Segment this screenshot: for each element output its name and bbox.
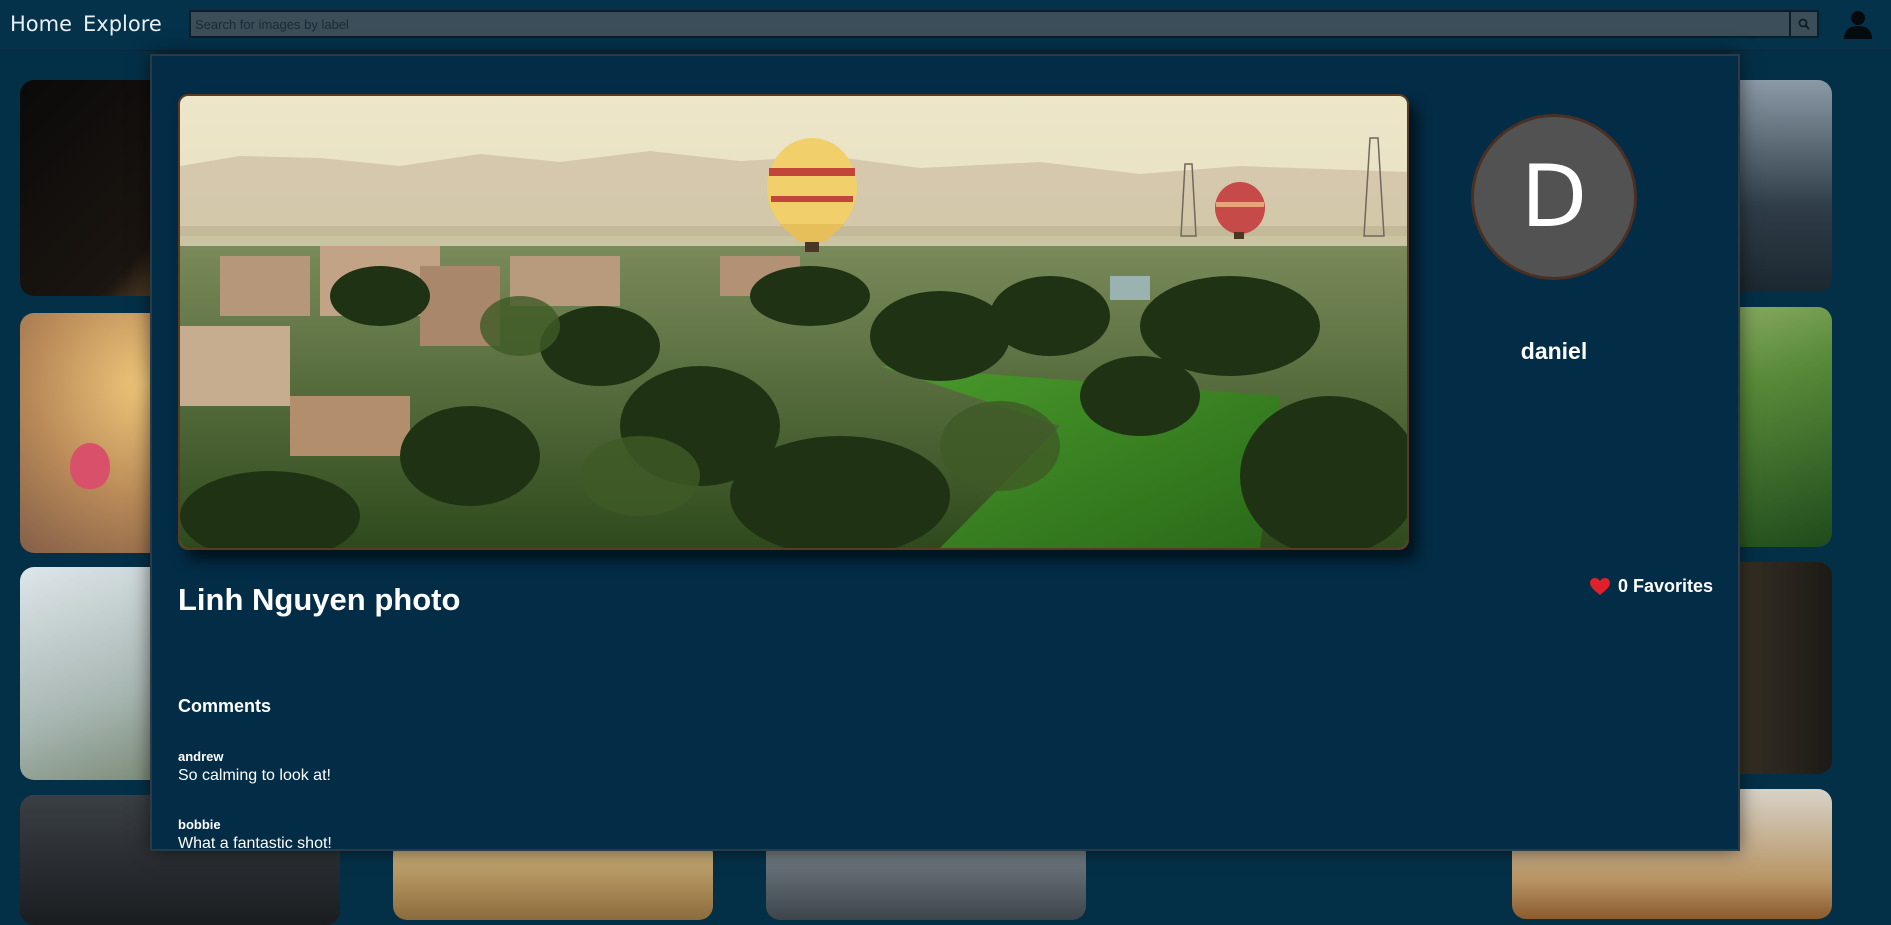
search-bar: [189, 10, 1819, 38]
comment-author[interactable]: bobbie: [178, 817, 221, 832]
owner-username[interactable]: daniel: [1452, 338, 1656, 365]
comment-author[interactable]: andrew: [178, 749, 224, 764]
search-input[interactable]: [191, 12, 1788, 36]
strawberry-shape: [70, 443, 110, 489]
photo-image[interactable]: [178, 94, 1409, 550]
comment-text: What a fantastic shot!: [178, 835, 332, 851]
balloon-landscape-image: [180, 96, 1407, 548]
gallery-tile-phone[interactable]: [766, 840, 1086, 920]
top-nav-bar: Home Explore: [0, 0, 1891, 51]
nav-home-link[interactable]: Home: [10, 12, 72, 36]
favorites-button[interactable]: 0 Favorites: [1590, 576, 1713, 597]
search-button[interactable]: [1789, 12, 1817, 36]
favorites-count: 0 Favorites: [1618, 576, 1714, 596]
photo-title: Linh Nguyen photo: [178, 582, 461, 617]
gallery-tile-desert[interactable]: [393, 840, 713, 920]
nav-explore-link[interactable]: Explore: [83, 12, 162, 36]
comment-text: So calming to look at!: [178, 767, 331, 784]
user-icon[interactable]: [1842, 8, 1874, 40]
comments-heading: Comments: [178, 696, 272, 716]
search-icon: [1798, 18, 1810, 30]
owner-avatar[interactable]: D: [1471, 114, 1637, 280]
heart-icon: [1590, 577, 1610, 595]
photo-detail-modal: D daniel 0 Favorites Linh Nguyen photo C…: [150, 54, 1740, 851]
